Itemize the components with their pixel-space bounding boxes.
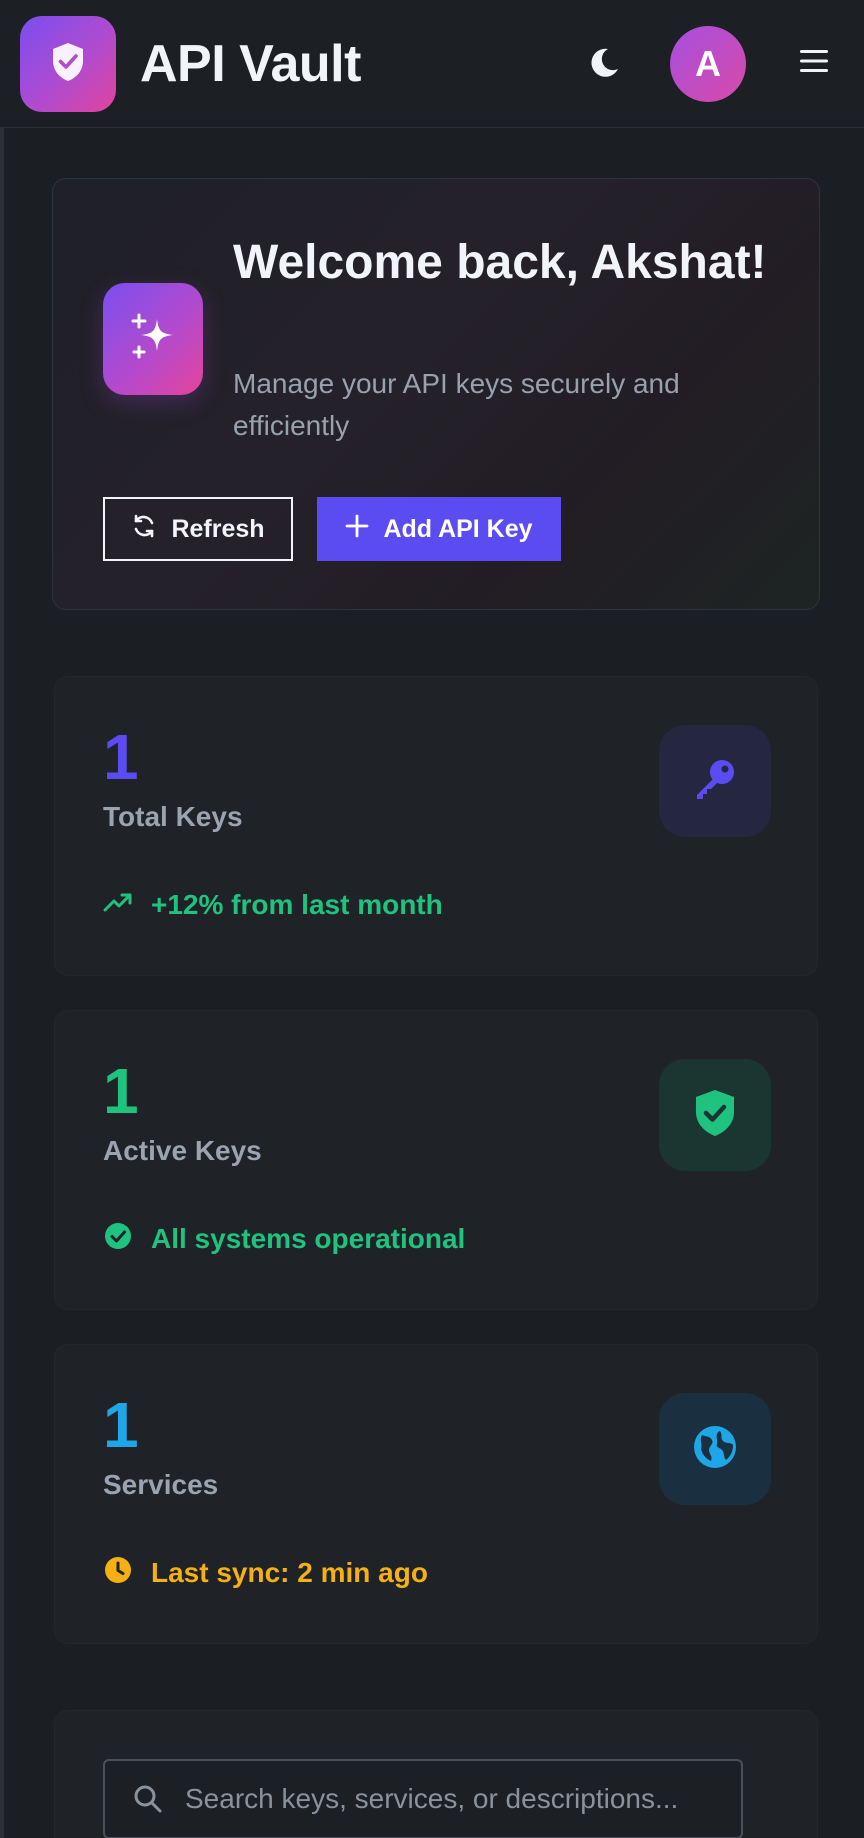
stat-footer: Last sync: 2 min ago <box>103 1553 428 1593</box>
sparkles-icon <box>127 311 179 368</box>
stat-value: 1 <box>103 1055 139 1127</box>
search-card <box>54 1710 818 1838</box>
add-api-key-button[interactable]: Add API Key <box>317 497 561 561</box>
app-title: API Vault <box>140 35 361 93</box>
globe-icon <box>691 1423 739 1476</box>
add-api-key-label: Add API Key <box>383 514 533 543</box>
hamburger-menu-icon <box>799 48 829 77</box>
welcome-card: Welcome back, Akshat! Manage your API ke… <box>52 178 820 610</box>
welcome-badge <box>103 283 203 395</box>
stat-card-active-keys: 1 Active Keys All systems operational <box>54 1010 818 1310</box>
check-circle-icon <box>103 1221 133 1258</box>
stat-icon-badge <box>659 1059 771 1171</box>
moon-icon <box>586 45 622 84</box>
shield-check-icon <box>691 1087 739 1144</box>
stat-footer: All systems operational <box>103 1219 465 1259</box>
refresh-button[interactable]: Refresh <box>103 497 293 561</box>
refresh-label: Refresh <box>171 514 265 543</box>
stat-label: Total Keys <box>103 801 243 832</box>
stat-label: Active Keys <box>103 1135 262 1166</box>
stat-footer-text: Last sync: 2 min ago <box>151 1557 428 1588</box>
welcome-subtitle: Manage your API keys securely and effici… <box>233 368 680 441</box>
search-input[interactable] <box>185 1764 741 1834</box>
search-box[interactable] <box>103 1759 743 1838</box>
window-edge <box>0 0 4 1838</box>
menu-button[interactable] <box>794 42 834 82</box>
trending-up-icon <box>103 889 133 921</box>
shield-check-icon <box>48 40 88 89</box>
stat-icon-badge <box>659 725 771 837</box>
user-avatar[interactable]: A <box>670 26 746 102</box>
stat-footer: +12% from last month <box>103 885 443 925</box>
app-logo[interactable] <box>20 16 116 112</box>
stat-icon-badge <box>659 1393 771 1505</box>
top-header: API Vault A <box>0 0 864 128</box>
stat-value: 1 <box>103 1389 139 1461</box>
refresh-icon <box>131 513 157 546</box>
clock-icon <box>103 1555 133 1592</box>
stat-card-services: 1 Services Last sync: 2 min ago <box>54 1344 818 1644</box>
welcome-title: Welcome back, Akshat! <box>233 236 767 289</box>
plus-icon <box>345 514 369 545</box>
stat-label: Services <box>103 1469 219 1500</box>
stat-footer-text: +12% from last month <box>151 889 443 920</box>
key-icon <box>691 755 739 808</box>
stat-value: 1 <box>103 721 139 793</box>
search-icon <box>131 1782 165 1816</box>
stat-card-total-keys: 1 Total Keys +12% from last month <box>54 676 818 976</box>
stat-footer-text: All systems operational <box>151 1223 466 1254</box>
theme-toggle-button[interactable] <box>580 40 628 88</box>
